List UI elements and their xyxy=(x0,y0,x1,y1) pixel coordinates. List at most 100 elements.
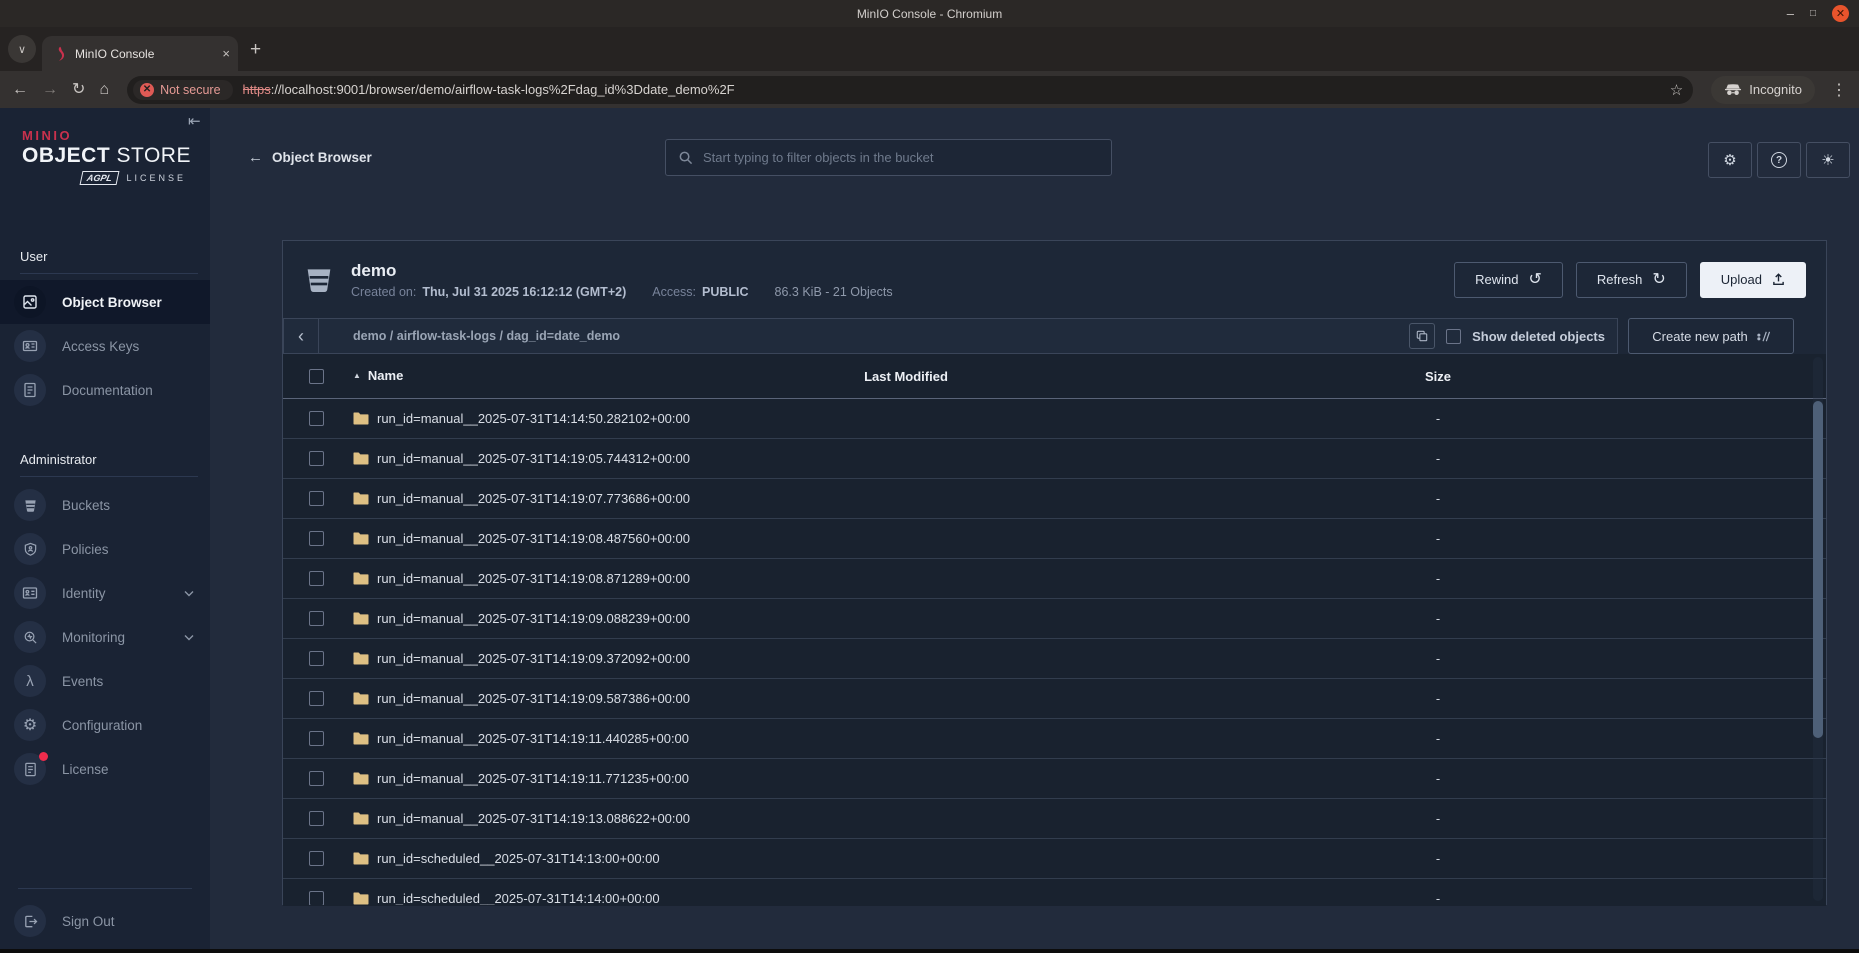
sidebar-item-configuration[interactable]: ⚙ Configuration xyxy=(0,703,210,747)
table-row[interactable]: run_id=manual__2025-07-31T14:19:09.58738… xyxy=(283,679,1826,719)
table-row[interactable]: run_id=manual__2025-07-31T14:19:09.37209… xyxy=(283,639,1826,679)
sidebar-item-sign-out[interactable]: Sign Out xyxy=(0,899,210,943)
settings-button[interactable]: ⚙ xyxy=(1708,142,1752,178)
home-icon[interactable]: ⌂ xyxy=(99,82,109,98)
minimize-button[interactable]: – xyxy=(1787,7,1794,20)
browser-menu-icon[interactable]: ⋮ xyxy=(1831,80,1847,100)
table-row[interactable]: run_id=manual__2025-07-31T14:19:13.08862… xyxy=(283,799,1826,839)
close-button[interactable]: ✕ xyxy=(1832,5,1849,22)
row-checkbox[interactable] xyxy=(309,651,324,666)
object-name[interactable]: run_id=scheduled__2025-07-31T14:14:00+00… xyxy=(353,891,660,905)
sidebar-item-identity[interactable]: Identity xyxy=(0,571,210,615)
copy-path-button[interactable] xyxy=(1409,323,1435,349)
tab-search-button[interactable]: ∨ xyxy=(8,35,36,63)
object-name[interactable]: run_id=manual__2025-07-31T14:19:09.58738… xyxy=(353,691,690,706)
object-name[interactable]: run_id=manual__2025-07-31T14:19:11.77123… xyxy=(353,771,689,786)
row-checkbox[interactable] xyxy=(309,731,324,746)
object-size: - xyxy=(1436,611,1440,626)
maximize-button[interactable]: □ xyxy=(1810,9,1816,19)
breadcrumb[interactable]: demo / airflow-task-logs / dag_id=date_d… xyxy=(353,329,620,343)
incognito-badge: Incognito xyxy=(1711,76,1815,104)
sidebar-collapse-icon[interactable]: ⇤ xyxy=(188,112,201,130)
refresh-button[interactable]: Refresh↻ xyxy=(1576,262,1687,298)
notification-dot xyxy=(39,752,48,761)
table-row[interactable]: run_id=manual__2025-07-31T14:19:08.48756… xyxy=(283,519,1826,559)
row-checkbox[interactable] xyxy=(309,451,324,466)
row-checkbox[interactable] xyxy=(309,491,324,506)
sidebar-item-events[interactable]: λ Events xyxy=(0,659,210,703)
tab-close-icon[interactable]: × xyxy=(222,46,230,61)
object-name[interactable]: run_id=manual__2025-07-31T14:19:08.48756… xyxy=(353,531,690,546)
object-name[interactable]: run_id=manual__2025-07-31T14:19:11.44028… xyxy=(353,731,689,746)
row-checkbox[interactable] xyxy=(309,531,324,546)
sidebar-item-object-browser[interactable]: Object Browser xyxy=(0,280,210,324)
help-button[interactable]: ? xyxy=(1757,142,1801,178)
table-row[interactable]: run_id=manual__2025-07-31T14:14:50.28210… xyxy=(283,399,1826,439)
license-label: LICENSE xyxy=(126,173,186,183)
object-name[interactable]: run_id=manual__2025-07-31T14:19:09.08823… xyxy=(353,611,690,626)
sidebar-item-documentation[interactable]: Documentation xyxy=(0,368,210,412)
folder-icon xyxy=(353,412,369,425)
sidebar-item-license[interactable]: License xyxy=(0,747,210,791)
path-back-button[interactable]: ‹ xyxy=(284,319,319,353)
sidebar-item-access-keys[interactable]: Access Keys xyxy=(0,324,210,368)
object-name[interactable]: run_id=manual__2025-07-31T14:19:05.74431… xyxy=(353,451,690,466)
gear-icon: ⚙ xyxy=(1723,151,1736,169)
table-row[interactable]: run_id=manual__2025-07-31T14:19:05.74431… xyxy=(283,439,1826,479)
table-row[interactable]: run_id=manual__2025-07-31T14:19:08.87128… xyxy=(283,559,1826,599)
sidebar-item-monitoring[interactable]: Monitoring xyxy=(0,615,210,659)
table-row[interactable]: run_id=scheduled__2025-07-31T14:14:00+00… xyxy=(283,879,1826,905)
address-bar[interactable]: ✕ Not secure https://localhost:9001/brow… xyxy=(127,76,1693,104)
sidebar-item-buckets[interactable]: Buckets xyxy=(0,483,210,527)
row-checkbox[interactable] xyxy=(309,611,324,626)
create-new-path-button[interactable]: Create new path xyxy=(1628,318,1794,354)
column-header-last-modified[interactable]: Last Modified xyxy=(864,369,948,384)
object-size: - xyxy=(1436,571,1440,586)
back-arrow-icon: ← xyxy=(248,149,263,166)
search-input[interactable] xyxy=(703,150,1099,165)
object-name-text: run_id=manual__2025-07-31T14:14:50.28210… xyxy=(377,411,690,426)
table-row[interactable]: run_id=manual__2025-07-31T14:19:09.08823… xyxy=(283,599,1826,639)
column-header-name[interactable]: ▲ Name xyxy=(353,368,403,383)
table-scrollbar[interactable] xyxy=(1813,357,1823,901)
forward-icon[interactable]: → xyxy=(42,82,58,98)
tab-minio-console[interactable]: MinIO Console × xyxy=(42,36,238,71)
folder-icon xyxy=(353,612,369,625)
chevron-down-icon[interactable] xyxy=(184,634,194,641)
row-checkbox[interactable] xyxy=(309,771,324,786)
row-checkbox[interactable] xyxy=(309,891,324,905)
object-name[interactable]: run_id=manual__2025-07-31T14:19:09.37209… xyxy=(353,651,690,666)
sidebar: MINIO OBJECT STORE AGPL LICENSE User Obj… xyxy=(0,108,210,949)
row-checkbox[interactable] xyxy=(309,691,324,706)
object-name[interactable]: run_id=scheduled__2025-07-31T14:13:00+00… xyxy=(353,851,660,866)
object-name[interactable]: run_id=manual__2025-07-31T14:19:08.87128… xyxy=(353,571,690,586)
browser-window: MinIO Console - Chromium – □ ✕ ∨ MinIO C… xyxy=(0,0,1859,953)
object-name[interactable]: run_id=manual__2025-07-31T14:14:50.28210… xyxy=(353,411,690,426)
chevron-down-icon[interactable] xyxy=(184,590,194,597)
show-deleted-checkbox[interactable] xyxy=(1446,329,1461,344)
new-tab-button[interactable]: + xyxy=(250,39,261,61)
upload-button[interactable]: Upload xyxy=(1700,262,1806,298)
row-checkbox[interactable] xyxy=(309,411,324,426)
object-name-text: run_id=scheduled__2025-07-31T14:14:00+00… xyxy=(377,891,660,905)
rewind-button[interactable]: Rewind↺ xyxy=(1454,262,1563,298)
select-all-checkbox[interactable] xyxy=(309,369,324,384)
reload-icon[interactable]: ↻ xyxy=(72,82,85,98)
not-secure-chip[interactable]: ✕ Not secure xyxy=(133,80,232,100)
row-checkbox[interactable] xyxy=(309,851,324,866)
row-checkbox[interactable] xyxy=(309,571,324,586)
sidebar-item-policies[interactable]: Policies xyxy=(0,527,210,571)
bookmark-star-icon[interactable]: ☆ xyxy=(1670,81,1683,99)
object-name[interactable]: run_id=manual__2025-07-31T14:19:13.08862… xyxy=(353,811,690,826)
object-browser-back[interactable]: ← Object Browser xyxy=(248,149,372,166)
column-header-size[interactable]: Size xyxy=(1425,369,1451,384)
table-row[interactable]: run_id=manual__2025-07-31T14:19:11.44028… xyxy=(283,719,1826,759)
theme-toggle-button[interactable]: ☀ xyxy=(1806,142,1850,178)
scrollbar-thumb[interactable] xyxy=(1813,401,1823,738)
object-name[interactable]: run_id=manual__2025-07-31T14:19:07.77368… xyxy=(353,491,690,506)
table-row[interactable]: run_id=manual__2025-07-31T14:19:07.77368… xyxy=(283,479,1826,519)
table-row[interactable]: run_id=scheduled__2025-07-31T14:13:00+00… xyxy=(283,839,1826,879)
back-icon[interactable]: ← xyxy=(12,82,28,98)
row-checkbox[interactable] xyxy=(309,811,324,826)
table-row[interactable]: run_id=manual__2025-07-31T14:19:11.77123… xyxy=(283,759,1826,799)
